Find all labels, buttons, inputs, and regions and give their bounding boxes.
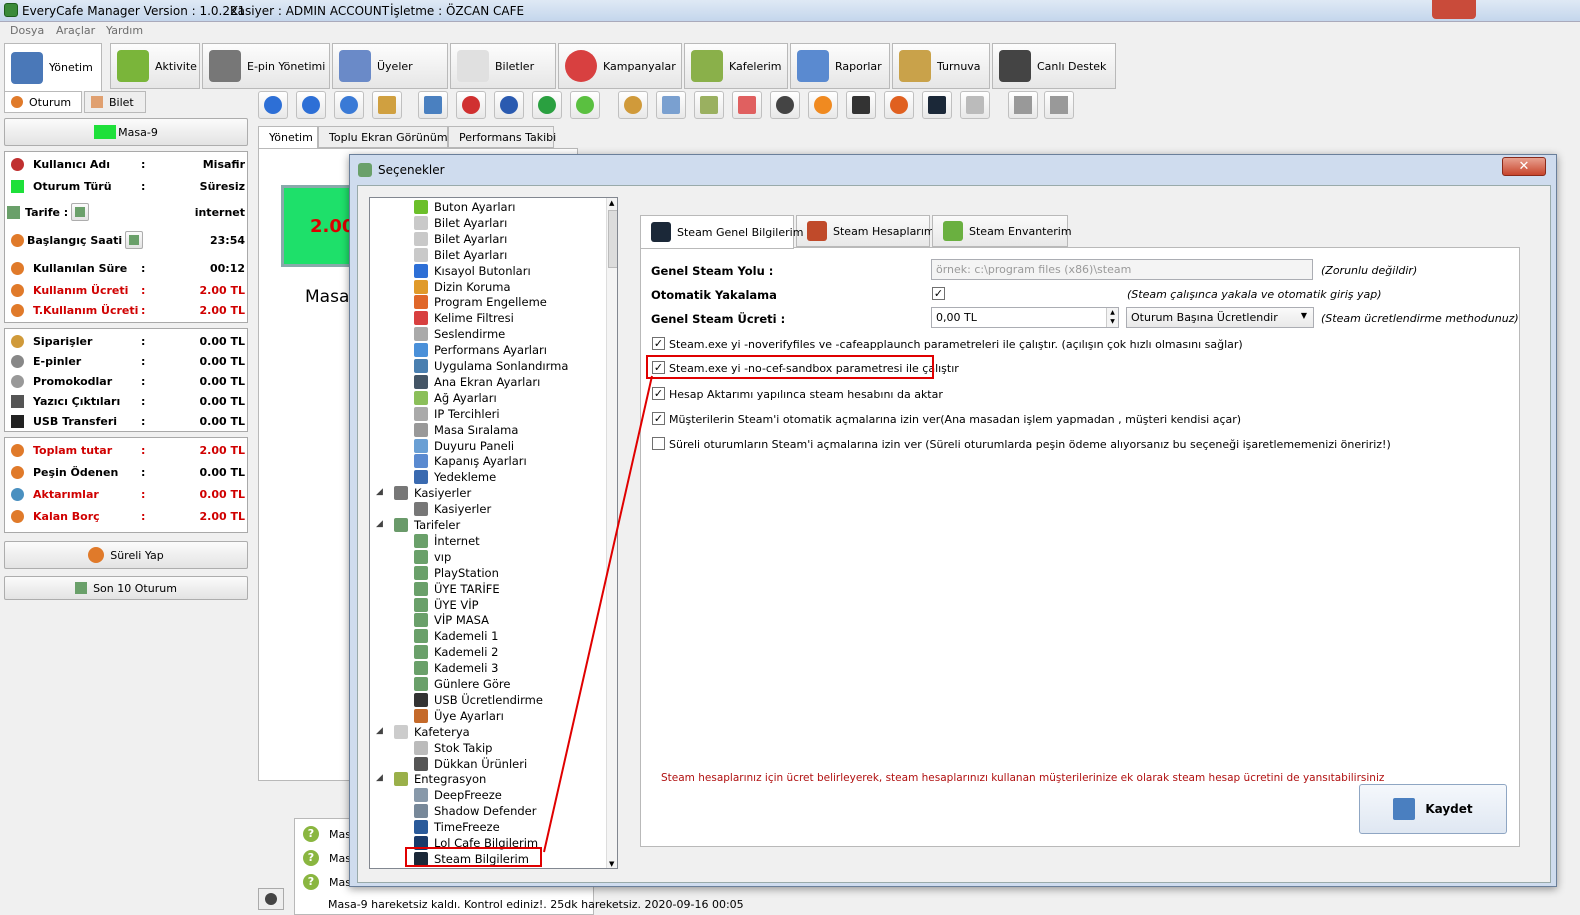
annotation-line (543, 375, 653, 853)
tab-steam-genel[interactable]: Steam Genel Bilgilerim (640, 215, 803, 249)
tab-label: Steam Genel Bilgilerim (677, 225, 804, 239)
steam-icon (651, 222, 671, 242)
annotation-arrow (543, 375, 653, 853)
